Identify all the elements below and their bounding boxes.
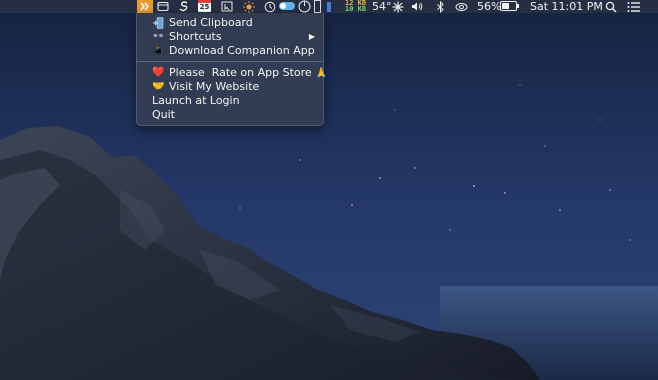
desktop-wallpaper bbox=[0, 0, 658, 380]
battery-percent[interactable]: 56% bbox=[477, 0, 501, 13]
network-download: 10 KB bbox=[345, 5, 367, 13]
fan-icon[interactable] bbox=[392, 1, 404, 16]
volume-icon[interactable] bbox=[411, 1, 424, 15]
menu-item-download-companion-app[interactable]: 📱 Download Companion App bbox=[137, 44, 323, 58]
handshake-icon: 🤝 bbox=[152, 81, 165, 92]
rate-text: Please Rate on App Store bbox=[169, 66, 312, 79]
bluetooth-icon[interactable] bbox=[436, 0, 445, 16]
submenu-arrow-icon: ▶ bbox=[308, 32, 315, 41]
menu-item-rate-app[interactable]: ❤️ Please Rate on App Store 🙏 bbox=[137, 66, 327, 80]
menu-item-send-clipboard[interactable]: Send Clipboard bbox=[137, 16, 323, 30]
shortcuts-dropdown-menu: Send Clipboard 👓 Shortcuts ▶ 📱 Download … bbox=[136, 13, 328, 126]
toggle-icon[interactable] bbox=[279, 2, 295, 10]
network-speed[interactable]: 12 KB 10 KB bbox=[345, 0, 367, 13]
battery-level-fill bbox=[502, 3, 509, 9]
clock[interactable]: Sat 11:01 PM bbox=[530, 0, 603, 13]
search-icon[interactable] bbox=[605, 1, 617, 16]
folded-hands-icon: 🙏 bbox=[315, 68, 328, 79]
memory-bar-fill-icon bbox=[327, 2, 331, 12]
memory-bar-icon[interactable] bbox=[314, 0, 321, 13]
menu-item-label: Quit bbox=[152, 108, 175, 121]
heart-icon: ❤️ bbox=[152, 67, 165, 78]
menu-item-label: Send Clipboard bbox=[169, 16, 253, 29]
calendar-day: 25 bbox=[199, 3, 210, 11]
calendar-icon[interactable]: 25 bbox=[198, 0, 211, 12]
menu-item-label: Shortcuts bbox=[169, 30, 222, 43]
menu-bar: 25 12 KB 10 KB 54° 56% Sat 11:01 PM bbox=[0, 0, 658, 16]
sync-icon[interactable] bbox=[455, 1, 468, 16]
menu-item-label: Visit My Website bbox=[169, 80, 260, 93]
menu-item-shortcuts[interactable]: 👓 Shortcuts ▶ bbox=[137, 30, 323, 44]
battery-icon[interactable] bbox=[500, 1, 519, 11]
menu-item-visit-website[interactable]: 🤝 Visit My Website bbox=[137, 80, 323, 94]
shortcuts-app-icon[interactable] bbox=[137, 0, 153, 13]
control-center-icon[interactable] bbox=[627, 1, 641, 16]
glasses-icon: 👓 bbox=[152, 31, 165, 42]
menu-item-label: Launch at Login bbox=[152, 94, 240, 107]
menu-separator bbox=[137, 61, 323, 62]
menu-item-label: Download Companion App bbox=[169, 44, 315, 57]
temperature[interactable]: 54° bbox=[372, 0, 392, 13]
menu-item-quit[interactable]: Quit bbox=[137, 108, 323, 122]
menu-item-launch-at-login[interactable]: Launch at Login bbox=[137, 94, 323, 108]
mobile-phone-icon: 📱 bbox=[152, 45, 165, 56]
phone-send-icon bbox=[152, 16, 165, 30]
menu-item-label: Please Rate on App Store 🙏 bbox=[169, 66, 328, 81]
